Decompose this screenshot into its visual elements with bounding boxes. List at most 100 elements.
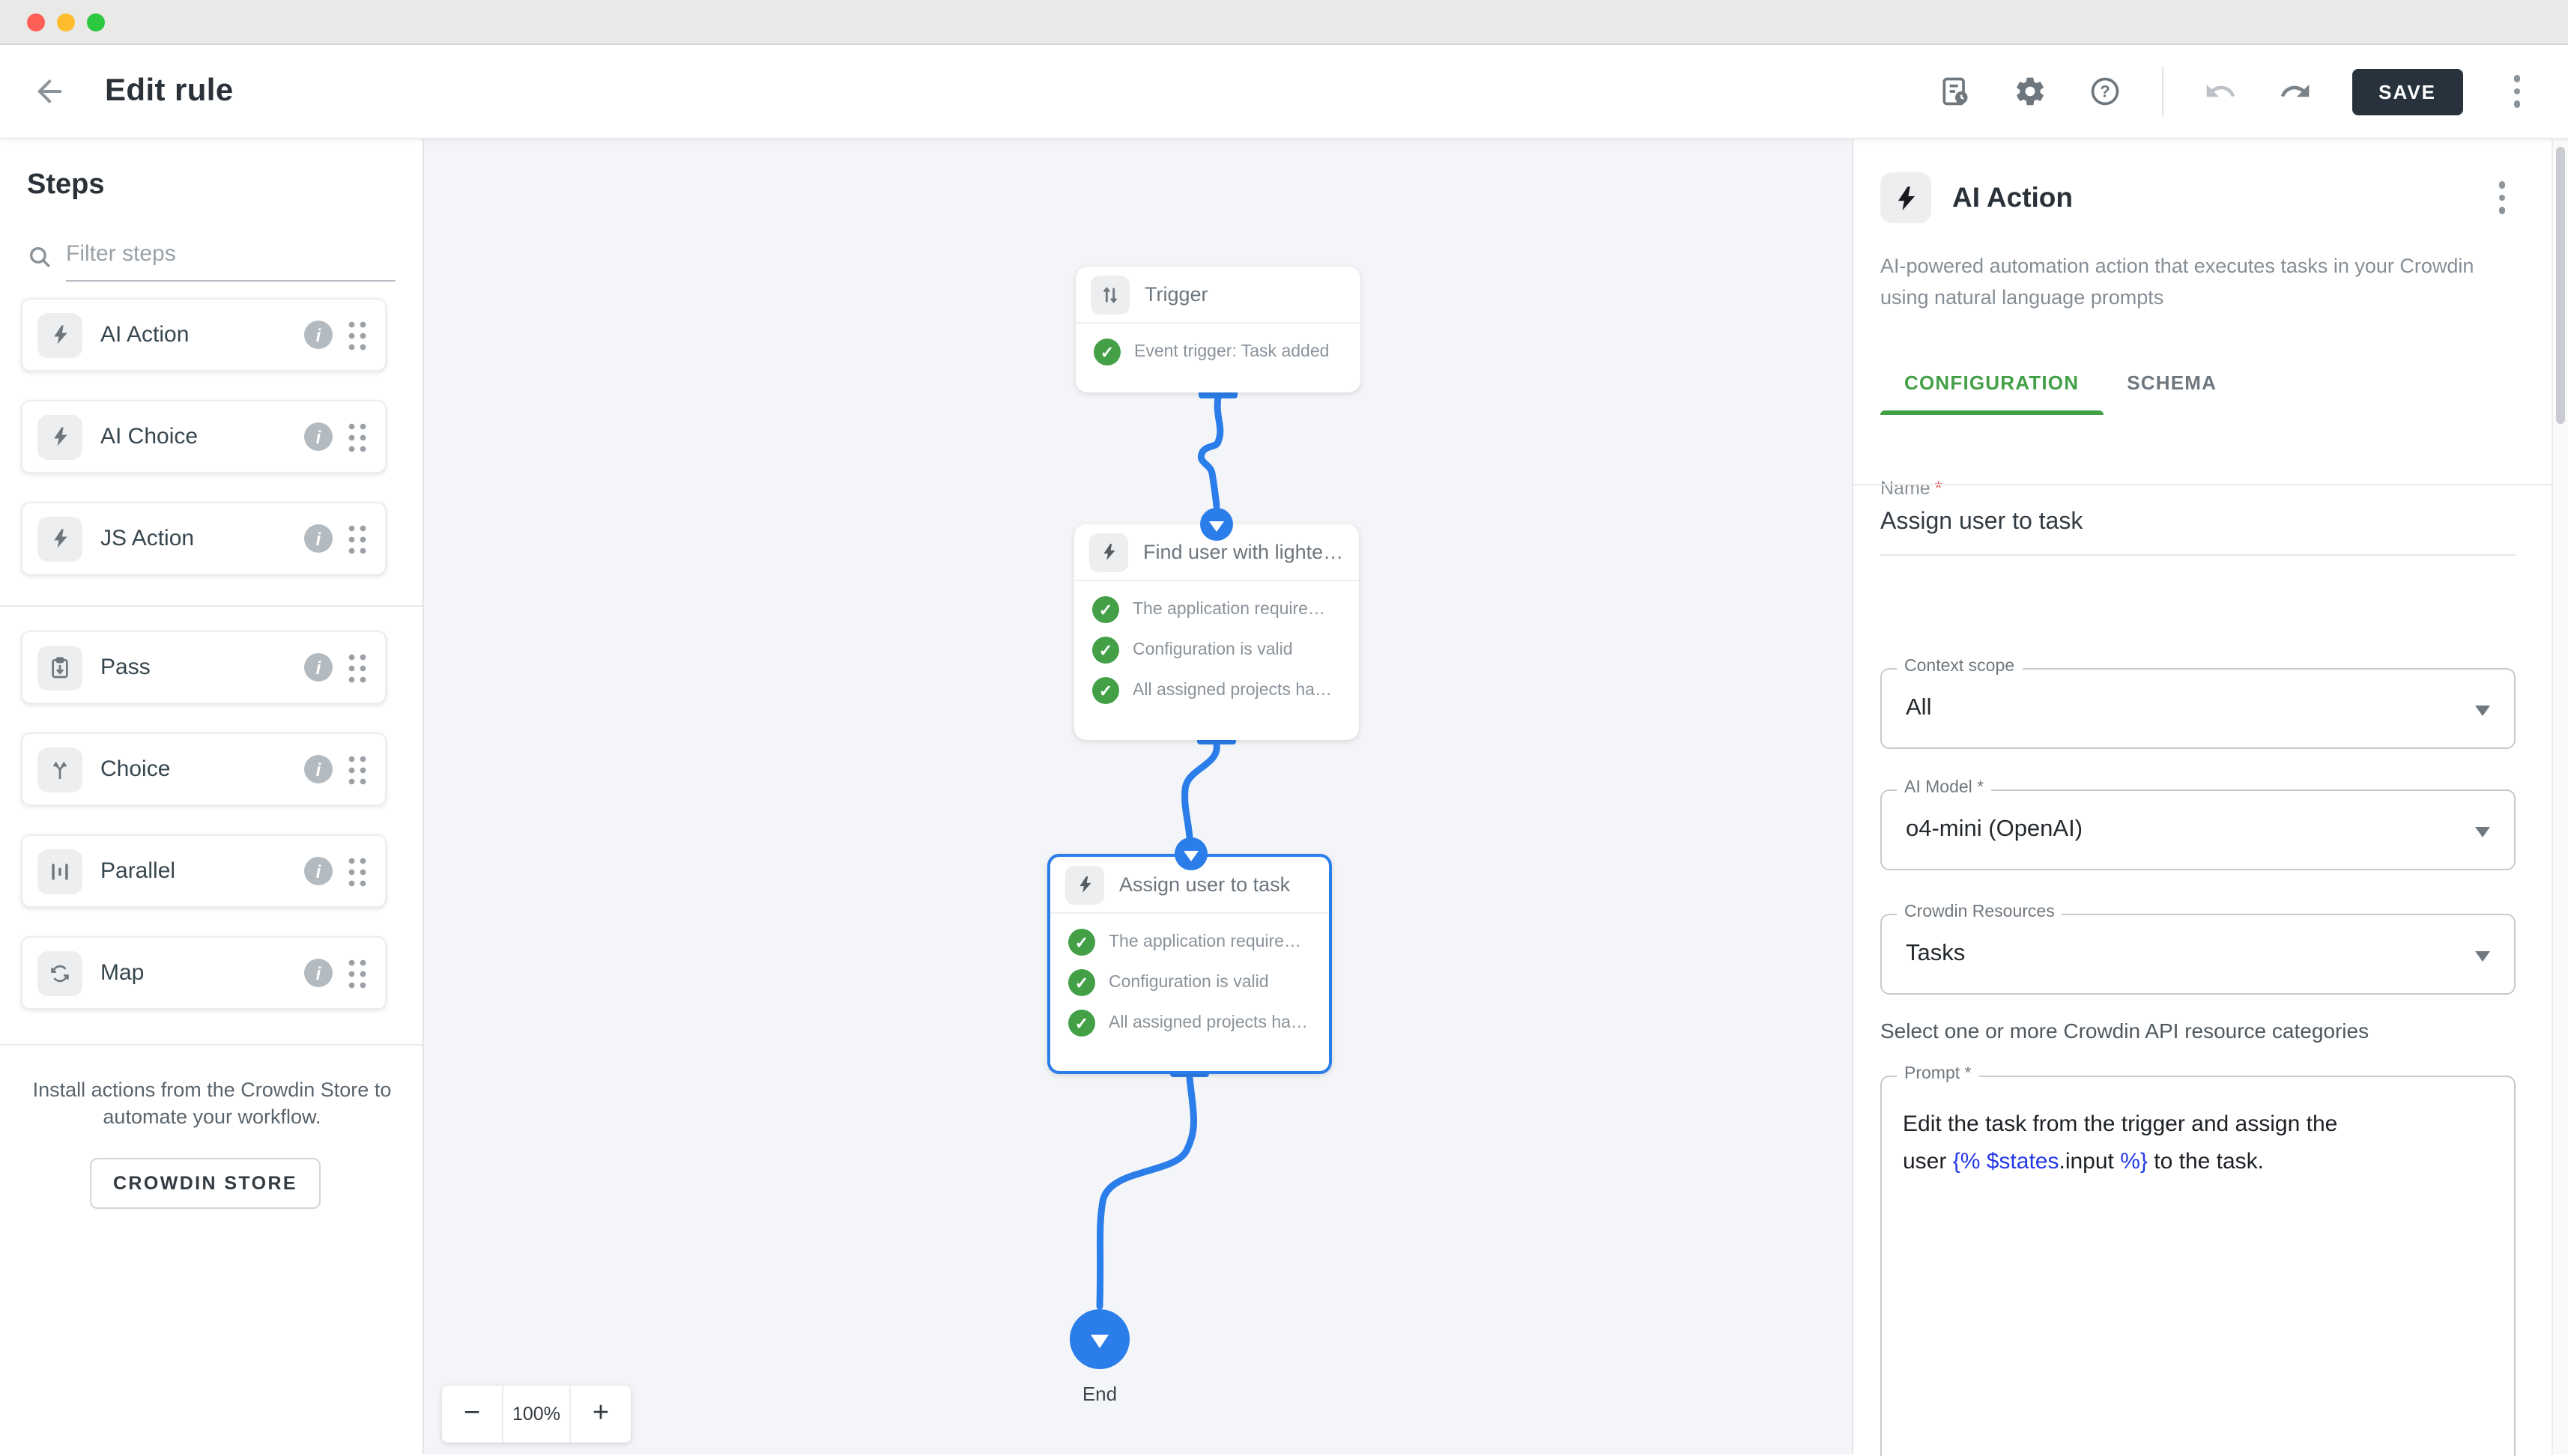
- step-item-js-action[interactable]: JS Action: [21, 502, 387, 575]
- drag-handle-icon[interactable]: [346, 319, 369, 351]
- titlebar: [0, 0, 2568, 45]
- drag-handle-icon[interactable]: [346, 652, 369, 683]
- info-icon[interactable]: [304, 321, 333, 349]
- activity-log-icon[interactable]: [1936, 73, 1972, 109]
- step-item-map[interactable]: Map: [21, 936, 387, 1010]
- ai-model-label: AI Model *: [1897, 779, 1991, 797]
- close-window-button[interactable]: [27, 13, 45, 31]
- scrollbar-thumb[interactable]: [2556, 147, 2565, 424]
- tab-configuration[interactable]: CONFIGURATION: [1880, 349, 2103, 415]
- info-icon[interactable]: [304, 857, 333, 885]
- undo-icon[interactable]: [2202, 73, 2238, 109]
- steps-title: Steps: [27, 169, 423, 202]
- header-more-menu-icon[interactable]: [2502, 76, 2532, 108]
- app-window: Edit rule ? SAVE: [0, 0, 2568, 1456]
- check-text: Configuration is valid: [1109, 974, 1269, 992]
- bolt-icon: [1065, 865, 1104, 904]
- workflow-canvas[interactable]: Trigger Event trigger: Task added Find u…: [424, 139, 1852, 1455]
- check-text: All assigned projects ha…: [1133, 682, 1332, 700]
- step-label: JS Action: [100, 526, 194, 551]
- step-item-ai-choice[interactable]: AI Choice: [21, 400, 387, 473]
- context-scope-select[interactable]: Context scope All: [1880, 668, 2516, 749]
- drag-handle-icon[interactable]: [346, 421, 369, 452]
- drag-handle-icon[interactable]: [346, 753, 369, 785]
- node-assign-user[interactable]: Assign user to task The application requ…: [1047, 854, 1332, 1074]
- zoom-in-button[interactable]: +: [571, 1386, 631, 1443]
- info-icon[interactable]: [304, 959, 333, 987]
- step-label: Parallel: [100, 858, 175, 884]
- prompt-value[interactable]: Edit the task from the trigger and assig…: [1882, 1077, 2514, 1180]
- panel-scrollbar[interactable]: [2552, 139, 2568, 1455]
- crowdin-resources-value: Tasks: [1906, 941, 1965, 968]
- node-end[interactable]: [1070, 1309, 1130, 1369]
- save-button[interactable]: SAVE: [2352, 68, 2463, 115]
- store-hint-text: Install actions from the Crowdin Store t…: [15, 1077, 409, 1131]
- chevron-down-icon: [2475, 706, 2490, 716]
- redo-icon[interactable]: [2277, 73, 2313, 109]
- tabs-divider: [1853, 484, 2568, 485]
- name-field[interactable]: Name* Assign user to task: [1880, 478, 2517, 556]
- crowdin-resources-select[interactable]: Crowdin Resources Tasks: [1880, 914, 2516, 995]
- check-icon: [1092, 677, 1119, 704]
- zoom-out-button[interactable]: −: [442, 1386, 502, 1443]
- back-button[interactable]: [27, 69, 72, 114]
- step-label: AI Choice: [100, 424, 198, 449]
- connector-arrow-icon: [1175, 837, 1208, 870]
- bolt-icon: [37, 312, 82, 357]
- info-icon[interactable]: [304, 755, 333, 783]
- app-header: Edit rule ? SAVE: [0, 45, 2568, 139]
- step-item-choice[interactable]: Choice: [21, 732, 387, 806]
- settings-gear-icon[interactable]: [2011, 73, 2047, 109]
- node-trigger[interactable]: Trigger Event trigger: Task added: [1076, 267, 1360, 392]
- step-label: AI Action: [100, 322, 189, 348]
- chevron-down-icon: [2475, 827, 2490, 837]
- minimize-window-button[interactable]: [57, 13, 75, 31]
- crowdin-resources-label: Crowdin Resources: [1897, 903, 2062, 921]
- panel-description: AI-powered automation action that execut…: [1880, 250, 2513, 313]
- filter-steps-input[interactable]: [66, 235, 396, 282]
- bolt-icon: [37, 516, 82, 561]
- steps-sidebar: Steps AI Action AI Choice JS Action: [0, 139, 424, 1455]
- liquid-token: {% $states: [1953, 1148, 2059, 1174]
- check-text: The application require…: [1109, 933, 1301, 951]
- step-item-ai-action[interactable]: AI Action: [21, 298, 387, 371]
- trigger-arrows-icon: [1091, 275, 1130, 314]
- drag-handle-icon[interactable]: [346, 855, 369, 887]
- sidebar-divider: [0, 1044, 423, 1046]
- required-asterisk: *: [1935, 478, 1942, 499]
- step-label: Map: [100, 960, 144, 986]
- context-scope-value: All: [1906, 695, 1931, 722]
- help-icon[interactable]: ?: [2086, 73, 2122, 109]
- step-label: Pass: [100, 655, 151, 680]
- branch-icon: [37, 747, 82, 792]
- name-value[interactable]: Assign user to task: [1880, 509, 2516, 556]
- svg-text:?: ?: [2099, 82, 2109, 101]
- panel-more-menu-icon[interactable]: [2487, 182, 2517, 214]
- check-icon: [1094, 339, 1121, 365]
- tab-schema[interactable]: SCHEMA: [2103, 349, 2241, 415]
- info-icon[interactable]: [304, 653, 333, 682]
- liquid-token: %}: [2114, 1148, 2148, 1174]
- step-item-pass[interactable]: Pass: [21, 631, 387, 704]
- prompt-textarea[interactable]: Prompt * Edit the task from the trigger …: [1880, 1076, 2516, 1456]
- maximize-window-button[interactable]: [87, 13, 105, 31]
- crowdin-store-button[interactable]: CROWDIN STORE: [90, 1158, 321, 1209]
- step-label: Choice: [100, 756, 170, 782]
- resources-helper-text: Select one or more Crowdin API resource …: [1880, 1019, 2516, 1043]
- page-title: Edit rule: [105, 73, 234, 109]
- check-text: The application require…: [1133, 601, 1325, 619]
- drag-handle-icon[interactable]: [346, 523, 369, 554]
- node-title: Find user with lighte…: [1143, 541, 1355, 563]
- drag-handle-icon[interactable]: [346, 957, 369, 989]
- header-divider: [2161, 66, 2163, 117]
- check-icon: [1092, 637, 1119, 664]
- node-find-user[interactable]: Find user with lighte… The application r…: [1074, 524, 1359, 740]
- info-icon[interactable]: [304, 422, 333, 451]
- zoom-control: − 100% +: [442, 1386, 631, 1443]
- node-title: Trigger: [1145, 283, 1220, 306]
- ai-model-select[interactable]: AI Model * o4-mini (OpenAI): [1880, 789, 2516, 870]
- info-icon[interactable]: [304, 524, 333, 553]
- config-panel: AI Action AI-powered automation action t…: [1852, 139, 2568, 1455]
- step-item-parallel[interactable]: Parallel: [21, 834, 387, 908]
- check-text: Event trigger: Task added: [1134, 343, 1329, 361]
